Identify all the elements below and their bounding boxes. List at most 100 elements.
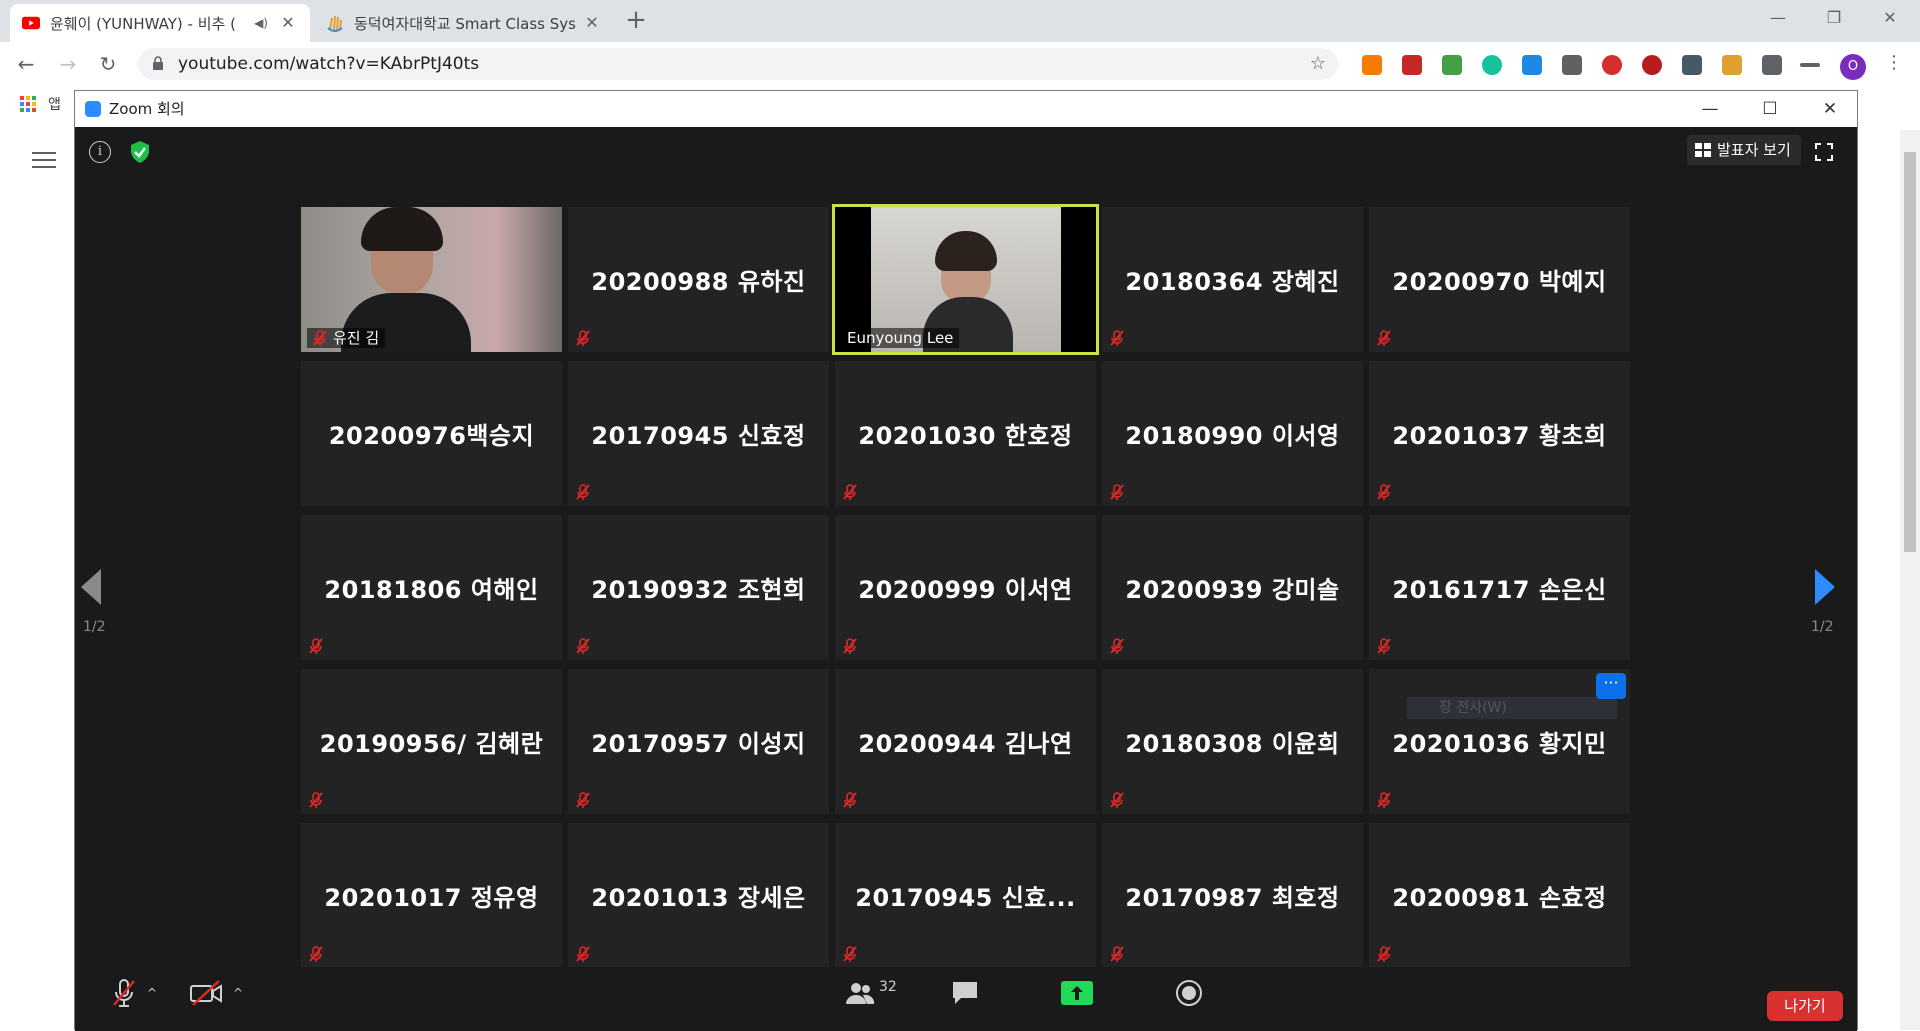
participant-tile[interactable]: 20200944 김나연 (835, 669, 1096, 814)
minimize-icon[interactable]: — (1750, 0, 1806, 36)
media-control-icon[interactable] (1800, 63, 1820, 67)
participant-tile[interactable]: 20200970 박예지 (1369, 207, 1630, 352)
participant-tile[interactable]: 20200981 손효정 (1369, 823, 1630, 968)
participant-tile[interactable]: 20170987 최호정 (1102, 823, 1363, 968)
audio-options-caret[interactable]: ^ (147, 986, 157, 1000)
participant-name: 20170945 신효정 (591, 422, 806, 450)
participant-tile[interactable]: 20181806 여해인 (301, 515, 562, 660)
stop-video-button[interactable]: ^ (189, 973, 243, 1013)
muted-microphone-icon (841, 945, 859, 963)
muted-microphone-icon (1108, 637, 1126, 655)
zoom-titlebar: Zoom 회의 — ☐ ✕ (75, 91, 1857, 127)
extension-icon[interactable] (1522, 55, 1542, 75)
participant-tile[interactable]: 20180308 이윤희 (1102, 669, 1363, 814)
tab-youtube[interactable]: 윤훼이 (YUNHWAY) - 비추 ( ◀) ✕ (10, 4, 310, 42)
next-page-arrow-icon[interactable] (1815, 569, 1835, 605)
forward-icon[interactable]: → (52, 48, 84, 80)
speaker-view-button[interactable]: 발표자 보기 (1687, 135, 1801, 165)
address-bar[interactable]: youtube.com/watch?v=KAbrPtJ40ts ☆ (138, 48, 1338, 80)
close-tab-icon[interactable]: ✕ (278, 13, 298, 33)
participant-tile[interactable]: 20190932 조현희 (568, 515, 829, 660)
share-screen-button[interactable] (1061, 973, 1093, 1013)
maximize-icon[interactable]: ☐ (1747, 91, 1793, 127)
participant-tile[interactable]: 20170945 신효... (835, 823, 1096, 968)
muted-microphone-icon (1375, 483, 1393, 501)
more-options-button[interactable]: ··· (1596, 673, 1626, 699)
previous-page-arrow-icon[interactable] (81, 569, 101, 605)
close-icon[interactable]: ✕ (1862, 0, 1918, 36)
extension-icon[interactable] (1362, 55, 1382, 75)
video-off-icon (190, 980, 222, 1006)
participant-name: 20200939 강미솔 (1125, 576, 1340, 604)
extension-icon[interactable] (1442, 55, 1462, 75)
apps-label[interactable]: 앱 (48, 94, 61, 114)
close-tab-icon[interactable]: ✕ (582, 13, 602, 33)
url-text: youtube.com/watch?v=KAbrPtJ40ts (178, 54, 480, 74)
extension-icon[interactable] (1722, 55, 1742, 75)
speaker-view-label: 발표자 보기 (1717, 141, 1791, 159)
chat-button[interactable] (951, 973, 979, 1013)
page-scrollbar[interactable] (1900, 130, 1920, 1030)
participant-name: 20201037 황초희 (1392, 422, 1607, 450)
info-icon[interactable]: i (89, 141, 111, 163)
participant-tile[interactable]: 20201036 황지민 장 전사(W) ··· (1369, 669, 1630, 814)
fullscreen-icon[interactable] (1815, 143, 1833, 161)
muted-microphone-icon (307, 637, 325, 655)
participant-tile[interactable]: 20170957 이성지 (568, 669, 829, 814)
extension-icon[interactable] (1602, 55, 1622, 75)
muted-microphone-icon (574, 637, 592, 655)
share-screen-icon (1061, 981, 1093, 1005)
meeting-area: i 발표자 보기 1/2 1/2 유진 김 20200988 유하진 Eunyoun… (75, 127, 1857, 1031)
extension-icon[interactable] (1642, 55, 1662, 75)
participants-button[interactable]: 32 (845, 973, 897, 1013)
back-icon[interactable]: ← (10, 48, 42, 80)
close-icon[interactable]: ✕ (1807, 91, 1853, 127)
participant-tile[interactable]: 20190956/ 김혜란 (301, 669, 562, 814)
participant-tile[interactable]: 20200976백승지 (301, 361, 562, 506)
mute-button[interactable]: ^ (111, 973, 157, 1013)
extension-icon[interactable] (1562, 55, 1582, 75)
participant-name: 20200944 김나연 (858, 730, 1073, 758)
participant-name: 20200981 손효정 (1392, 884, 1607, 912)
extension-icon[interactable] (1402, 55, 1422, 75)
reload-icon[interactable]: ↻ (92, 48, 124, 80)
participant-name: 20181806 여해인 (324, 576, 539, 604)
speaker-icon[interactable]: ◀) (254, 16, 268, 30)
participant-tile[interactable]: Eunyoung Lee (832, 204, 1099, 355)
participant-tile[interactable]: 20200999 이서연 (835, 515, 1096, 660)
bookmark-star-icon[interactable]: ☆ (1310, 48, 1326, 80)
eyedropper-icon[interactable] (1682, 55, 1702, 75)
hamburger-menu-icon[interactable] (32, 152, 56, 170)
participant-tile[interactable]: 20180364 장혜진 (1102, 207, 1363, 352)
apps-icon[interactable] (20, 96, 36, 112)
security-shield-icon[interactable] (129, 140, 151, 164)
tab-title: 동덕여자대학교 Smart Class Sys (354, 14, 576, 33)
participant-tile[interactable]: 20200988 유하진 (568, 207, 829, 352)
hand-logo-icon (327, 15, 343, 32)
grammarly-icon[interactable] (1482, 55, 1502, 75)
restore-icon[interactable]: ❐ (1806, 0, 1862, 36)
participant-tile[interactable]: 20161717 손은신 (1369, 515, 1630, 660)
participant-tile[interactable]: 20201030 한호정 (835, 361, 1096, 506)
video-options-caret[interactable]: ^ (233, 986, 243, 1000)
minimize-icon[interactable]: — (1687, 91, 1733, 127)
participant-tile[interactable]: 20201037 황초희 (1369, 361, 1630, 506)
participant-tile[interactable]: 20180990 이서영 (1102, 361, 1363, 506)
record-button[interactable] (1175, 973, 1203, 1013)
profile-avatar[interactable]: O (1840, 54, 1866, 80)
participant-tile[interactable]: 유진 김 (301, 207, 562, 352)
tab-smart-class[interactable]: 동덕여자대학교 Smart Class Sys ✕ (314, 4, 614, 42)
leave-meeting-button[interactable]: 나가기 (1767, 991, 1843, 1021)
scrollbar-thumb[interactable] (1904, 152, 1916, 552)
menu-kebab-icon[interactable]: ⋮ (1885, 52, 1903, 73)
zoom-window: Zoom 회의 — ☐ ✕ i 발표자 보기 1/2 1/2 유진 김 20200… (74, 90, 1858, 1031)
puzzle-icon[interactable] (1762, 55, 1782, 75)
muted-microphone-icon (841, 637, 859, 655)
participant-tile[interactable]: 20170945 신효정 (568, 361, 829, 506)
participant-name: 20180308 이윤희 (1125, 730, 1340, 758)
participant-tile[interactable]: 20201013 장세은 (568, 823, 829, 968)
participant-tile[interactable]: 20200939 강미솔 (1102, 515, 1363, 660)
participant-tile[interactable]: 20201017 정유영 (301, 823, 562, 968)
new-tab-button[interactable]: + (622, 6, 650, 34)
participant-name: 20201030 한호정 (858, 422, 1073, 450)
